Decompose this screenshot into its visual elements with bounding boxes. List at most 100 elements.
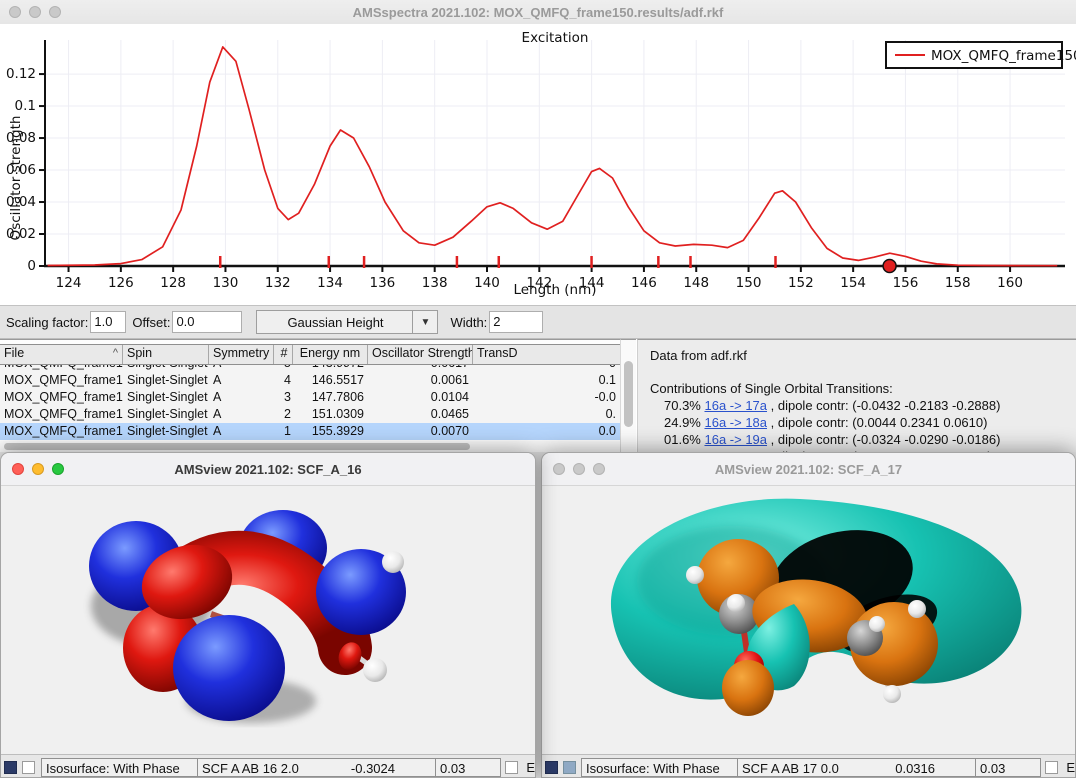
column-header[interactable]: Symmetry bbox=[209, 345, 274, 364]
window-title: AMSspectra 2021.102: MOX_QMFQ_frame150.r… bbox=[353, 5, 724, 20]
table-cell: MOX_QMFQ_frame150 bbox=[0, 423, 123, 440]
table-cell: 4 bbox=[274, 372, 293, 389]
spectra-window: AMSspectra 2021.102: MOX_QMFQ_frame150.r… bbox=[0, 0, 1076, 452]
column-header[interactable]: TransD bbox=[473, 345, 620, 364]
table-cell: Singlet-Singlet bbox=[123, 423, 209, 440]
table-row[interactable]: MOX_QMFQ_frame150Singlet-SingletA3147.78… bbox=[0, 389, 620, 406]
orbital-transition-link[interactable]: 16a -> 19a bbox=[704, 432, 767, 447]
table-row[interactable]: MOX_QMFQ_frame150Singlet-SingletA4146.55… bbox=[0, 372, 620, 389]
hydrogen-atom bbox=[727, 594, 745, 612]
amsview-16-titlebar[interactable]: AMSview 2021.102: SCF_A_16 bbox=[1, 453, 535, 486]
edit-checkbox[interactable] bbox=[1045, 761, 1058, 774]
column-header[interactable]: Spin bbox=[123, 345, 209, 364]
table-cell: 0.0070 bbox=[368, 423, 473, 440]
table-vertical-scrollbar[interactable] bbox=[620, 339, 636, 452]
phase-checkbox[interactable] bbox=[22, 761, 35, 774]
edit-label: E bbox=[1066, 760, 1075, 775]
contribution-line: 24.9% 16a -> 18a , dipole contr: (0.0044… bbox=[650, 415, 1076, 430]
orbital-label: SCF A AB 16 2.0 bbox=[202, 759, 299, 776]
isovalue-field[interactable]: 0.03 bbox=[435, 758, 501, 777]
orbital-energy: 0.0316 bbox=[895, 759, 935, 776]
spectrum-plot-region: Excitation Oscillator strength 124126128… bbox=[0, 24, 1076, 305]
isosurface-mode-field[interactable]: Isosurface: With Phase bbox=[581, 758, 738, 777]
orbital-field[interactable]: SCF A AB 16 2.0 -0.3024 bbox=[197, 758, 436, 777]
isovalue-field[interactable]: 0.03 bbox=[975, 758, 1041, 777]
table-row[interactable]: MOX_QMFQ_frame150Singlet-SingletA2151.03… bbox=[0, 406, 620, 423]
table-cell: 146.5517 bbox=[293, 372, 368, 389]
table-cell: MOX_QMFQ_frame150 bbox=[0, 406, 123, 423]
view17-statusbar: Isosurface: With Phase SCF A AB 17 0.0 0… bbox=[542, 754, 1075, 778]
edit-checkbox[interactable] bbox=[505, 761, 518, 774]
amsview-16-window: AMSview 2021.102: SCF_A_16 bbox=[0, 452, 536, 778]
table-cell: 151.0309 bbox=[293, 406, 368, 423]
offset-input[interactable]: 0.0 bbox=[172, 311, 242, 333]
svg-text:0.12: 0.12 bbox=[6, 66, 36, 82]
column-header[interactable]: Oscillator Strength bbox=[368, 345, 473, 364]
excitations-table-header[interactable]: File^SpinSymmetry#Energy nmOscillator St… bbox=[0, 344, 620, 365]
isosurface-mode-field[interactable]: Isosurface: With Phase bbox=[41, 758, 198, 777]
traffic-lights bbox=[12, 463, 64, 475]
table-cell: MOX_QMFQ_frame150 bbox=[0, 389, 123, 406]
y-axis-label: Oscillator strength bbox=[8, 98, 24, 258]
table-cell: 0.0104 bbox=[368, 389, 473, 406]
excitation-spectrum-chart[interactable]: 1241261281301321341361381401421441461481… bbox=[0, 24, 1076, 305]
contributions-heading: Contributions of Single Orbital Transiti… bbox=[650, 381, 1076, 396]
table-cell: 0.0061 bbox=[368, 372, 473, 389]
table-horizontal-scrollbar[interactable] bbox=[0, 441, 620, 452]
scaling-factor-label: Scaling factor: bbox=[6, 315, 88, 330]
contribution-line: 01.6% 16a -> 19a , dipole contr: (-0.032… bbox=[650, 432, 1076, 447]
minimize-button[interactable] bbox=[32, 463, 44, 475]
excitations-table[interactable]: File^SpinSymmetry#Energy nmOscillator St… bbox=[0, 339, 620, 452]
broadening-mode-value: Gaussian Height bbox=[257, 315, 412, 330]
column-header[interactable]: # bbox=[274, 345, 293, 364]
table-cell: 0.0465 bbox=[368, 406, 473, 423]
table-cell: 155.3929 bbox=[293, 423, 368, 440]
orbital-transition-link[interactable]: 16a -> 18a bbox=[704, 415, 767, 430]
table-cell: Singlet-Singlet bbox=[123, 389, 209, 406]
zoom-button[interactable] bbox=[593, 463, 605, 475]
table-cell: MOX_QMFQ_frame150 bbox=[0, 372, 123, 389]
svg-text:0: 0 bbox=[27, 258, 36, 274]
orbital-label: SCF A AB 17 0.0 bbox=[742, 759, 839, 776]
molecule-3d-view[interactable] bbox=[1, 486, 535, 754]
window-title: AMSview 2021.102: SCF_A_16 bbox=[174, 462, 361, 477]
table-cell: 0. bbox=[473, 406, 620, 423]
phase-color-swatch[interactable] bbox=[545, 761, 558, 774]
orbital-field[interactable]: SCF A AB 17 0.0 0.0316 bbox=[737, 758, 976, 777]
hydrogen-atom bbox=[382, 551, 404, 573]
table-row[interactable]: MOX_QMFQ_frame150Singlet-SingletA1155.39… bbox=[0, 423, 620, 440]
amsview-17-window: AMSview 2021.102: SCF_A_17 bbox=[541, 452, 1076, 778]
zoom-button[interactable] bbox=[52, 463, 64, 475]
table-cell: Singlet-Singlet bbox=[123, 372, 209, 389]
plot-title: Excitation bbox=[45, 30, 1065, 46]
hydrogen-atom bbox=[363, 658, 387, 682]
traffic-lights bbox=[553, 463, 605, 475]
spectrum-controls-bar: Scaling factor: 1.0 Offset: 0.0 Gaussian… bbox=[0, 305, 1076, 339]
hydrogen-atom bbox=[883, 685, 901, 703]
minimize-button[interactable] bbox=[29, 6, 41, 18]
table-cell: 3 bbox=[274, 389, 293, 406]
table-cell: A bbox=[209, 406, 274, 423]
amsview-17-titlebar[interactable]: AMSview 2021.102: SCF_A_17 bbox=[542, 453, 1075, 486]
table-cell: A bbox=[209, 372, 274, 389]
minimize-button[interactable] bbox=[573, 463, 585, 475]
broadening-mode-dropdown[interactable]: Gaussian Height ▼ bbox=[256, 310, 438, 334]
width-input[interactable]: 2 bbox=[489, 311, 543, 333]
orbital-energy: -0.3024 bbox=[351, 759, 395, 776]
scaling-factor-input[interactable]: 1.0 bbox=[90, 311, 126, 333]
molecule-3d-view[interactable] bbox=[542, 486, 1075, 754]
excitations-table-body[interactable]: MOX_QMFQ_frame150Singlet-SingletA5143.99… bbox=[0, 355, 620, 440]
table-cell: 2 bbox=[274, 406, 293, 423]
column-header[interactable]: Energy nm bbox=[293, 345, 368, 364]
close-button[interactable] bbox=[12, 463, 24, 475]
close-button[interactable] bbox=[553, 463, 565, 475]
phase-color-swatch[interactable] bbox=[4, 761, 17, 774]
table-cell: 147.7806 bbox=[293, 389, 368, 406]
phase-color-swatch-2[interactable] bbox=[563, 761, 576, 774]
column-header[interactable]: File^ bbox=[0, 345, 123, 364]
traffic-lights bbox=[9, 6, 61, 18]
zoom-button[interactable] bbox=[49, 6, 61, 18]
spectra-titlebar[interactable]: AMSspectra 2021.102: MOX_QMFQ_frame150.r… bbox=[0, 0, 1076, 25]
orbital-transition-link[interactable]: 16a -> 17a bbox=[704, 398, 767, 413]
close-button[interactable] bbox=[9, 6, 21, 18]
